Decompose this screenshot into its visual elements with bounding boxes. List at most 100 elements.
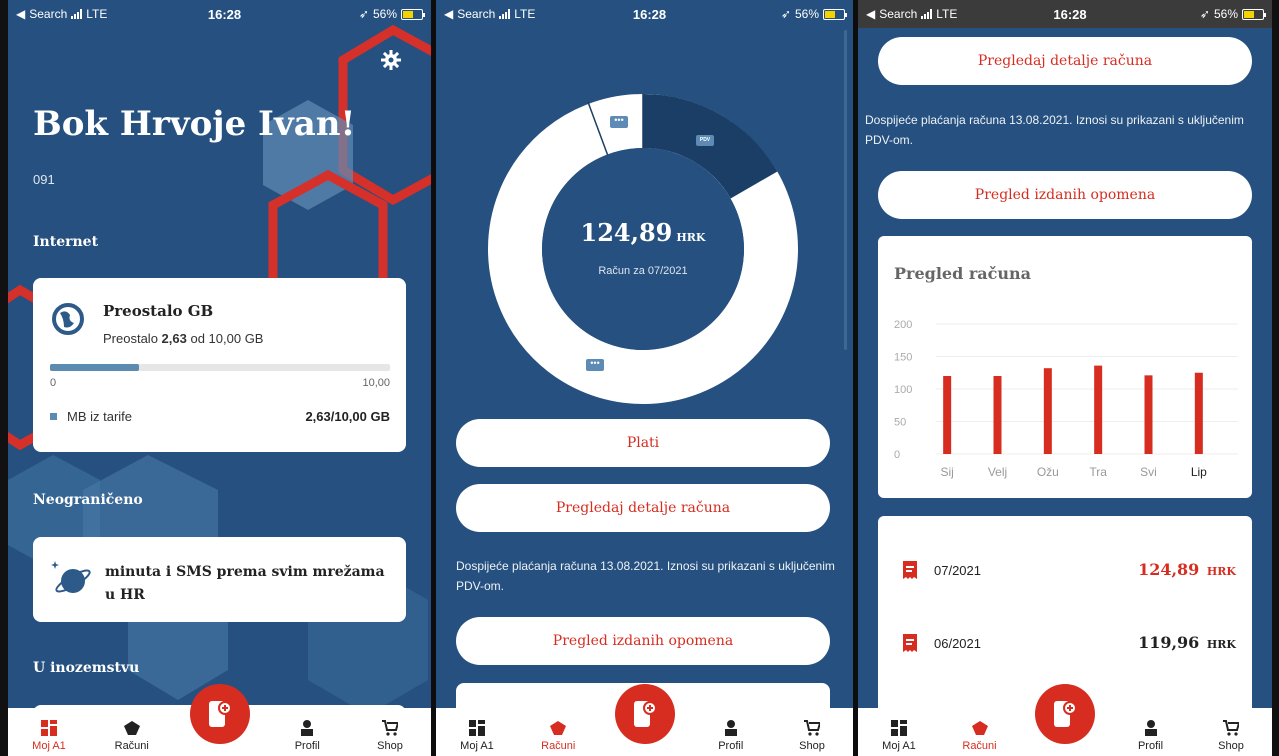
nav-moj-a1[interactable]: Moj A1 [24, 720, 74, 752]
back-label[interactable]: Search [29, 7, 67, 21]
legend-swatch [50, 413, 57, 420]
x-tick-label: Lip [1191, 465, 1207, 479]
info-chip-icon: ••• [586, 359, 604, 371]
progress-min: 0 [50, 377, 57, 389]
x-tick-label: Svi [1140, 465, 1157, 479]
internet-card-title: Preostalo GB [103, 302, 214, 320]
home-grid-icon [891, 720, 907, 736]
location-icon: ➶ [780, 7, 791, 21]
status-bar: ◀ Search LTE 16:28 ➶ 56% [436, 0, 853, 28]
bill-chart-card: Pregled računa 200 150 100 50 0 Sij Velj Ožu Tra… [878, 236, 1252, 498]
nav-racuni[interactable]: Računi [955, 720, 1005, 752]
nav-shop[interactable]: Shop [1206, 720, 1256, 752]
abroad-heading: U inozemstvu [33, 660, 140, 676]
bills-icon [123, 721, 140, 735]
clock: 16:28 [207, 6, 242, 22]
pay-button[interactable]: Plati [456, 419, 830, 467]
unlimited-heading: Neograničeno [33, 492, 143, 508]
back-arrow-icon[interactable]: ◀ [866, 7, 875, 21]
bill-amount: 119,96 HRK [1138, 633, 1236, 652]
back-arrow-icon[interactable]: ◀ [444, 7, 453, 21]
y-tick-label: 200 [894, 319, 912, 331]
battery-icon [823, 8, 847, 20]
document-icon [903, 634, 917, 652]
signal-icon [71, 9, 83, 19]
y-tick-label: 150 [894, 352, 912, 364]
bar-Tra[interactable] [1094, 365, 1103, 454]
screen-moj-a1: ◀ Search LTE 16:28 ➶ 56% Bok Hrvoje Ivan! … [8, 0, 431, 756]
internet-card-subtitle: Preostalo 2,63 od 10,00 GB [103, 331, 264, 346]
add-device-fab[interactable] [189, 684, 250, 744]
scrollbar[interactable] [844, 30, 847, 350]
screen-racuni-overview: ◀ Search LTE 16:28 ➶ 56% ••• PDV ••• 124,8… [436, 0, 853, 756]
legend-label: MB iz tarife [67, 409, 133, 424]
payment-note: Dospijeće plaćanja računa 13.08.2021. Iz… [456, 559, 835, 593]
clock: 16:28 [632, 6, 667, 22]
settings-gear-icon[interactable] [381, 50, 401, 70]
legend-value: 2,63/10,00 GB [305, 409, 390, 424]
network-label: LTE [86, 7, 108, 21]
location-icon: ➶ [1199, 7, 1210, 21]
bill-row[interactable]: 06/2021 119,96 HRK [878, 633, 1252, 653]
cart-icon [1223, 720, 1239, 736]
y-tick-label: 0 [894, 449, 900, 461]
payment-note: Dospijeće plaćanja računa 13.08.2021. Iz… [865, 113, 1244, 147]
nav-profil[interactable]: Profil [706, 720, 756, 752]
data-progress-bar [50, 364, 390, 371]
internet-heading: Internet [33, 234, 99, 250]
bar-Velj[interactable] [993, 376, 1002, 454]
signal-icon [499, 9, 511, 19]
bar-Ožu[interactable] [1043, 368, 1052, 454]
bill-amount: 124,89 HRK [1138, 560, 1236, 579]
nav-racuni[interactable]: Računi [107, 720, 157, 752]
person-icon [724, 720, 737, 736]
home-grid-icon [41, 720, 57, 736]
add-device-fab[interactable] [1035, 684, 1095, 744]
signal-icon [921, 9, 933, 19]
nav-racuni[interactable]: Računi [533, 720, 583, 752]
cart-icon [804, 720, 820, 736]
y-tick-label: 50 [894, 417, 906, 429]
bill-period: Račun za 07/2021 [598, 265, 688, 277]
pdv-chip-icon: PDV [696, 135, 714, 146]
x-tick-label: Tra [1089, 465, 1107, 479]
bar-Svi[interactable] [1144, 375, 1153, 454]
bar-Lip[interactable] [1194, 372, 1203, 454]
nav-moj-a1[interactable]: Moj A1 [452, 720, 502, 752]
unlimited-card-title: minuta i SMS prema svim mrežama u HR [105, 564, 385, 603]
nav-shop[interactable]: Shop [365, 720, 415, 752]
add-device-fab[interactable] [614, 684, 675, 744]
nav-shop[interactable]: Shop [787, 720, 837, 752]
phone-add-icon [208, 701, 232, 727]
globe-icon [52, 303, 84, 335]
home-grid-icon [469, 720, 485, 736]
unlimited-card[interactable]: minuta i SMS prema svim mrežama u HR [33, 537, 406, 622]
bill-donut-chart[interactable]: ••• PDV ••• 124,89 HRK Račun za 07/2021 [488, 93, 798, 404]
phone-add-icon [633, 701, 657, 727]
bills-icon [971, 721, 988, 735]
planet-icon [51, 561, 91, 593]
battery-icon [1242, 8, 1266, 20]
greeting-title: Bok Hrvoje Ivan! [33, 104, 356, 144]
bill-details-button[interactable]: Pregledaj detalje računa [456, 484, 830, 532]
status-bar: ◀ Search LTE 16:28 ➶ 56% [8, 0, 431, 28]
bill-details-button[interactable]: Pregledaj detalje računa [878, 37, 1252, 85]
nav-profil[interactable]: Profil [282, 720, 332, 752]
phone-number: 091 [33, 172, 55, 187]
bill-period: 07/2021 [934, 563, 981, 578]
person-icon [1144, 720, 1157, 736]
internet-card[interactable]: Preostalo GB Preostalo 2,63 od 10,00 GB … [33, 278, 406, 452]
warnings-button[interactable]: Pregled izdanih opomena [878, 171, 1252, 219]
nav-profil[interactable]: Profil [1126, 720, 1176, 752]
nav-moj-a1[interactable]: Moj A1 [874, 720, 924, 752]
progress-max: 10,00 [362, 377, 390, 389]
bar-Sij[interactable] [943, 376, 952, 454]
bill-row[interactable]: 07/2021 124,89 HRK [878, 560, 1252, 580]
x-tick-label: Ožu [1037, 465, 1059, 479]
y-tick-label: 100 [894, 384, 912, 396]
warnings-button[interactable]: Pregled izdanih opomena [456, 617, 830, 665]
phone-add-icon [1054, 701, 1077, 727]
donut-svg [488, 93, 798, 404]
document-icon [903, 561, 917, 579]
back-arrow-icon[interactable]: ◀ [16, 7, 25, 21]
